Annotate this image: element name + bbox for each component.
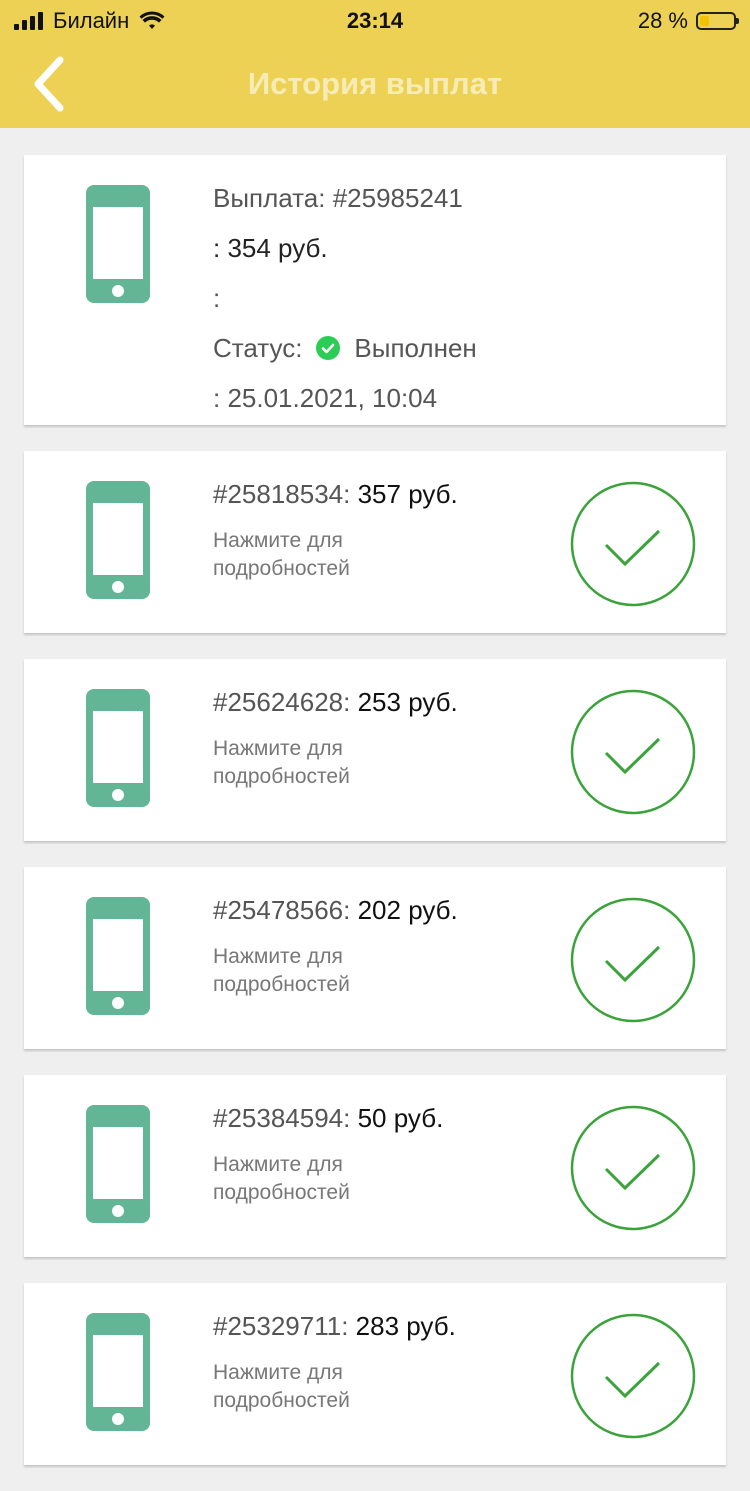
check-circle-icon: [570, 689, 696, 815]
payout-date: : 25.01.2021, 10:04: [213, 383, 438, 413]
phone-icon: [86, 897, 150, 1015]
payout-empty-field: :: [213, 283, 221, 313]
payout-card[interactable]: #25624628: 253 руб. Нажмите для подробно…: [24, 659, 726, 841]
details-hint: Нажмите для подробностей: [213, 945, 350, 996]
payout-amount: : 354 руб.: [213, 233, 328, 263]
payout-id: #25329711:: [213, 1311, 349, 1341]
payout-title: #25329711: 283 руб.: [213, 1311, 456, 1342]
status-value: Выполнен: [354, 333, 477, 363]
status-bar: Билайн 23:14 28 %: [0, 0, 750, 40]
payout-amount: 357 руб.: [350, 479, 458, 509]
payout-title: #25478566: 202 руб.: [213, 895, 458, 926]
payout-amount: 202 руб.: [350, 895, 458, 925]
payout-card[interactable]: #25384594: 50 руб. Нажмите для подробнос…: [24, 1075, 726, 1257]
check-circle-icon: [570, 481, 696, 607]
battery-percent: 28 %: [637, 8, 688, 33]
check-circle-icon: [570, 897, 696, 1023]
details-hint: Нажмите для подробностей: [213, 1153, 350, 1204]
payout-amount: 50 руб.: [350, 1103, 444, 1133]
payout-id: #25384594:: [213, 1103, 351, 1133]
phone-icon: [86, 1313, 150, 1431]
status-label: Статус:: [213, 333, 303, 363]
payout-title: #25818534: 357 руб.: [213, 479, 458, 510]
payout-amount: 283 руб.: [348, 1311, 456, 1341]
payout-card[interactable]: #25818534: 357 руб. Нажмите для подробно…: [24, 451, 726, 633]
payout-status: Статус: Выполнен: [213, 329, 477, 379]
payout-card[interactable]: #25478566: 202 руб. Нажмите для подробно…: [24, 867, 726, 1049]
phone-icon: [86, 1105, 150, 1223]
battery-icon: [696, 12, 739, 30]
payout-card[interactable]: #25329711: 283 руб. Нажмите для подробно…: [24, 1283, 726, 1465]
app-header: История выплат: [0, 40, 750, 128]
details-hint: Нажмите для подробностей: [213, 737, 350, 788]
payout-list: Выплата: #25985241 : 354 руб. : Статус: В…: [24, 155, 726, 1491]
payout-id: #25818534:: [213, 479, 351, 509]
status-ok-icon: [316, 336, 341, 360]
check-circle-icon: [570, 1313, 696, 1439]
payout-title: #25384594: 50 руб.: [213, 1103, 443, 1134]
details-hint: Нажмите для подробностей: [213, 529, 350, 580]
phone-icon: [86, 689, 150, 807]
phone-icon: [86, 185, 150, 303]
details-hint: Нажмите для подробностей: [213, 1361, 350, 1412]
phone-icon: [86, 481, 150, 599]
payout-id: #25624628:: [213, 687, 351, 717]
payout-id: #25478566:: [213, 895, 351, 925]
payout-amount: 253 руб.: [350, 687, 458, 717]
check-circle-icon: [570, 1105, 696, 1231]
payout-title: #25624628: 253 руб.: [213, 687, 458, 718]
payout-number: Выплата: #25985241: [213, 183, 463, 213]
payout-card-expanded[interactable]: Выплата: #25985241 : 354 руб. : Статус: В…: [24, 155, 726, 425]
page-title: История выплат: [247, 66, 503, 101]
